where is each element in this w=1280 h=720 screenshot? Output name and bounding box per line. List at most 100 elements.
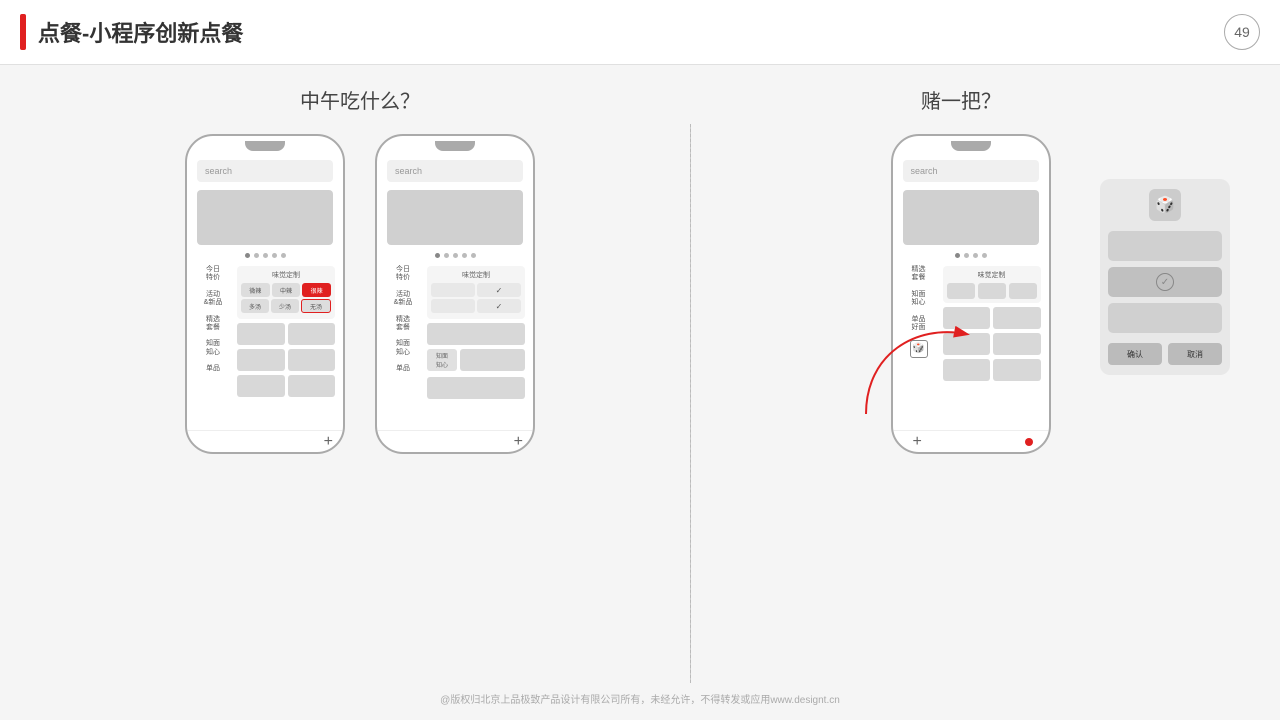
food-item-p2-2 [460, 349, 525, 371]
checkbox-row-1: ✓ [431, 283, 521, 297]
phone-1-top [187, 136, 343, 156]
food-row-1 [237, 323, 335, 345]
weijue-title-2: 味觉定制 [431, 270, 521, 280]
phone-1: search 今日特价 活动&新品 精选套餐 知面知心 单 [185, 134, 345, 454]
phone-2-search-text: search [395, 166, 422, 176]
food-row-3 [237, 375, 335, 397]
left-section-title: 中午吃什么？ [40, 85, 680, 114]
menu-item-single-2[interactable]: 单品 [385, 365, 421, 373]
popup-item-1[interactable] [1108, 231, 1222, 261]
header: 点餐-小程序创新点餐 49 [0, 0, 1280, 65]
popup-actions: 确认 取消 [1108, 343, 1222, 365]
spicy-mild[interactable]: 微辣 [241, 283, 270, 297]
dot [272, 253, 277, 258]
dot [281, 253, 286, 258]
dot [254, 253, 259, 258]
menu-item-activity-2[interactable]: 活动&新品 [385, 291, 421, 308]
weijue-title-1: 味觉定制 [241, 270, 331, 280]
phone-2-menu: 今日特价 活动&新品 精选套餐 知面知心 单品 [385, 266, 421, 426]
weijue-row-3 [947, 283, 1037, 299]
phone-1-content: 味觉定制 微辣 中辣 很辣 多汤 少汤 无汤 [237, 266, 335, 426]
food-item-p3-2 [993, 307, 1041, 329]
phone-2-content: 味觉定制 ✓ ✓ [427, 266, 525, 426]
spicy-hot[interactable]: 很辣 [302, 283, 331, 297]
weijue-item-1 [947, 283, 975, 299]
phone-2-banner [387, 190, 523, 245]
phone-1-search[interactable]: search [197, 160, 333, 182]
weijue-row-soup: 多汤 少汤 无汤 [241, 299, 331, 313]
phone-3-bottom: + [893, 430, 1049, 452]
red-connector-arrow [856, 304, 976, 424]
page-number: 49 [1224, 14, 1260, 50]
dot [245, 253, 250, 258]
red-dot [1025, 438, 1033, 446]
menu-item-single[interactable]: 单品 [195, 365, 231, 373]
footer: @版权归北京上品极致产品设计有限公司所有，未经允许，不得转发或应用www.des… [40, 683, 1240, 710]
phone-1-menu: 今日特价 活动&新品 精选套餐 知面知心 单品 [195, 266, 231, 426]
menu-item-activity[interactable]: 活动&新品 [195, 291, 231, 308]
main-content: 中午吃什么？ 赌一把？ search [0, 65, 1280, 720]
phone-1-dots [187, 253, 343, 258]
weijue-title-3: 味觉定制 [947, 270, 1037, 280]
popup-top-icon: 🎲 [1108, 189, 1222, 221]
phone-1-search-text: search [205, 166, 232, 176]
add-button-1[interactable]: + [324, 433, 333, 451]
food-item-3 [237, 349, 285, 371]
checkbox-3[interactable] [431, 299, 475, 313]
checkbox-4[interactable]: ✓ [477, 299, 521, 313]
menu-item-today[interactable]: 今日特价 [195, 266, 231, 283]
dot [435, 253, 440, 258]
weijue-item-2 [978, 283, 1006, 299]
add-button-2[interactable]: + [514, 433, 523, 451]
cancel-button[interactable]: 取消 [1168, 343, 1222, 365]
spicy-medium[interactable]: 中辣 [272, 283, 301, 297]
weijue-row-spicy: 微辣 中辣 很辣 [241, 283, 331, 297]
soup-much[interactable]: 多汤 [241, 299, 269, 313]
phone-3-search[interactable]: search [903, 160, 1039, 182]
menu-item-selected-3[interactable]: 精选套餐 [901, 266, 937, 283]
check-icon: ✓ [1156, 273, 1174, 291]
confirm-button[interactable]: 确认 [1108, 343, 1162, 365]
phone-3-notch [951, 141, 991, 151]
popup-item-selected[interactable]: ✓ [1108, 267, 1222, 297]
add-button-3[interactable]: + [913, 433, 922, 451]
weijue-card-2: 味觉定制 ✓ ✓ [427, 266, 525, 319]
menu-item-selected-2[interactable]: 精选套餐 [385, 316, 421, 333]
phone-3-top [893, 136, 1049, 156]
dot [471, 253, 476, 258]
header-accent [20, 14, 26, 50]
page-title: 点餐-小程序创新点餐 [38, 16, 243, 48]
menu-item-noodle-2[interactable]: 知面知心 [385, 340, 421, 357]
menu-item-today-2[interactable]: 今日特价 [385, 266, 421, 283]
menu-item-noodle[interactable]: 知面知心 [195, 340, 231, 357]
dot [973, 253, 978, 258]
checkbox-row-2: ✓ [431, 299, 521, 313]
phone-1-body: 今日特价 活动&新品 精选套餐 知面知心 单品 味觉定制 微辣 中辣 很辣 [187, 262, 343, 430]
food-row-p2-3 [427, 377, 525, 399]
dot [982, 253, 987, 258]
left-phones-section: search 今日特价 活动&新品 精选套餐 知面知心 单 [40, 124, 680, 454]
phone-3-dots [893, 253, 1049, 258]
phone-2: search 今日特价 活动&新品 精选套餐 知面知心 单 [375, 134, 535, 454]
food-row-p2-1 [427, 323, 525, 345]
food-item-p2-3 [427, 377, 525, 399]
dot [444, 253, 449, 258]
checkbox-1[interactable] [431, 283, 475, 297]
phone-2-bottom: + [377, 430, 533, 452]
weijue-item-3 [1009, 283, 1037, 299]
checkbox-2[interactable]: ✓ [477, 283, 521, 297]
dot [462, 253, 467, 258]
phone-2-notch [435, 141, 475, 151]
phone-2-body: 今日特价 活动&新品 精选套餐 知面知心 单品 味觉定制 ✓ [377, 262, 533, 430]
section-divider [690, 124, 691, 683]
soup-less[interactable]: 少汤 [271, 299, 299, 313]
food-item-p3-6 [993, 359, 1041, 381]
dot [955, 253, 960, 258]
phone-2-search[interactable]: search [387, 160, 523, 182]
popup-cube-icon: 🎲 [1149, 189, 1181, 221]
popup-item-3[interactable] [1108, 303, 1222, 333]
menu-item-selected[interactable]: 精选套餐 [195, 316, 231, 333]
dot [964, 253, 969, 258]
food-item-5 [237, 375, 285, 397]
soup-none[interactable]: 无汤 [301, 299, 331, 313]
